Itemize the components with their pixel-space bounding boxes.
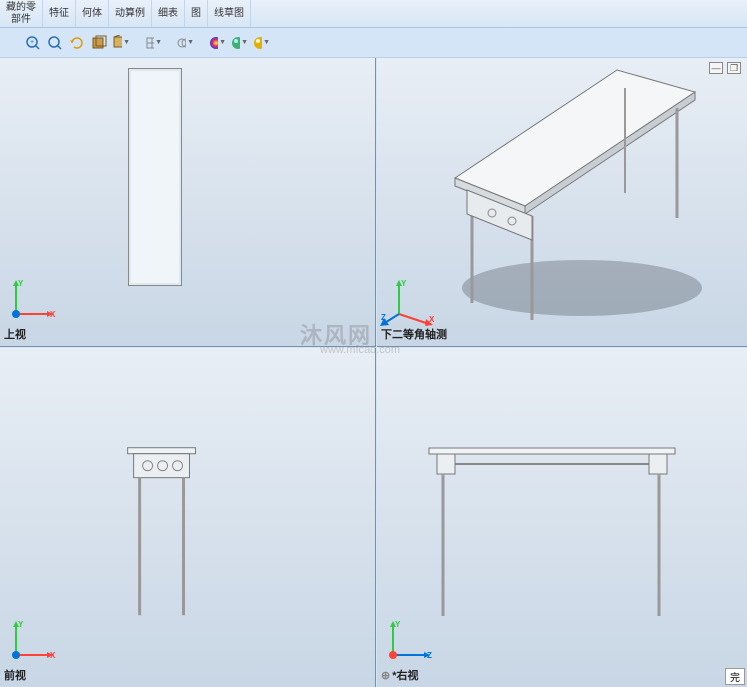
edit-appearance-icon[interactable]: ▼	[176, 34, 194, 52]
svg-text:Z: Z	[381, 313, 386, 322]
svg-text:Y: Y	[401, 279, 407, 288]
apply-scene-icon[interactable]: ▼	[208, 34, 226, 52]
dropdown-arrow-icon: ▼	[263, 39, 270, 46]
dropdown-arrow-icon: ▼	[155, 39, 162, 46]
section-icon[interactable]	[90, 34, 108, 52]
coordinate-triad: Y Z	[381, 617, 441, 667]
ribbon-label: 图	[191, 8, 201, 20]
ribbon-label: 特征	[49, 8, 69, 20]
ribbon-item-geometry[interactable]: 何体	[76, 0, 109, 27]
rotate-icon[interactable]	[68, 34, 86, 52]
view-orientation-icon[interactable]: ▼	[252, 34, 270, 52]
axis-x-label: X	[50, 310, 56, 319]
svg-text:X: X	[50, 651, 56, 660]
svg-text:+: +	[30, 39, 34, 46]
svg-text:Z: Z	[427, 651, 432, 660]
view-toolbar: + ▼ ▼ ▼ ▼ ▼ ▼	[0, 28, 747, 58]
viewport-isometric[interactable]: — ❐ Y X Z	[377, 58, 747, 347]
coordinate-triad: Y X Z	[381, 276, 441, 326]
ribbon-label: 线草图	[214, 8, 244, 20]
view-label-text: *右视	[392, 670, 418, 682]
view-settings-icon[interactable]: ▼	[230, 34, 248, 52]
ribbon-item-motion-study[interactable]: 动算例	[109, 0, 152, 27]
viewport-workspace: Y X 上视 — ❐	[0, 58, 747, 687]
ribbon-item-detail-table[interactable]: 细表	[152, 0, 185, 27]
status-indicator: 完	[725, 668, 745, 685]
hide-show-icon[interactable]: ▼	[144, 34, 162, 52]
zoom-window-icon[interactable]: +	[24, 34, 42, 52]
ribbon-label: 细表	[158, 8, 178, 20]
ribbon-item-features[interactable]: 特征	[43, 0, 76, 27]
model-top-view	[128, 68, 182, 286]
view-label-top: 上视	[4, 326, 26, 342]
ribbon-label: 何体	[82, 8, 102, 20]
display-style-icon[interactable]: ▼	[112, 34, 130, 52]
ribbon-item-drawing[interactable]: 图	[185, 0, 208, 27]
link-icon: ⊕	[381, 670, 390, 682]
svg-text:Y: Y	[18, 620, 24, 629]
ribbon-label: 部件	[6, 14, 36, 26]
viewport-top[interactable]: Y X 上视	[0, 58, 376, 347]
ribbon-item-sketch[interactable]: 线草图	[208, 0, 251, 27]
ribbon-label: 藏的零	[6, 2, 36, 14]
dropdown-arrow-icon: ▼	[219, 39, 226, 46]
coordinate-triad: Y X	[4, 617, 64, 667]
viewport-front[interactable]: Y X 前视	[0, 348, 376, 687]
axis-y-label: Y	[18, 279, 24, 288]
view-label-right: ⊕*右视	[381, 667, 419, 683]
dropdown-arrow-icon: ▼	[123, 39, 130, 46]
ribbon-label: 动算例	[115, 8, 145, 20]
dropdown-arrow-icon: ▼	[187, 39, 194, 46]
zoom-fit-icon[interactable]	[46, 34, 64, 52]
view-label-front: 前视	[4, 667, 26, 683]
svg-text:Y: Y	[395, 620, 401, 629]
coordinate-triad: Y X	[4, 276, 64, 326]
dropdown-arrow-icon: ▼	[241, 39, 248, 46]
view-label-isometric: 下二等角轴测	[381, 326, 447, 342]
viewport-right[interactable]: Y Z ⊕*右视 完	[377, 348, 747, 687]
ribbon-menu: 藏的零 部件 特征 何体 动算例 细表 图 线草图	[0, 0, 747, 28]
ribbon-item-hidden-parts[interactable]: 藏的零 部件	[0, 0, 43, 27]
svg-text:X: X	[429, 315, 435, 324]
